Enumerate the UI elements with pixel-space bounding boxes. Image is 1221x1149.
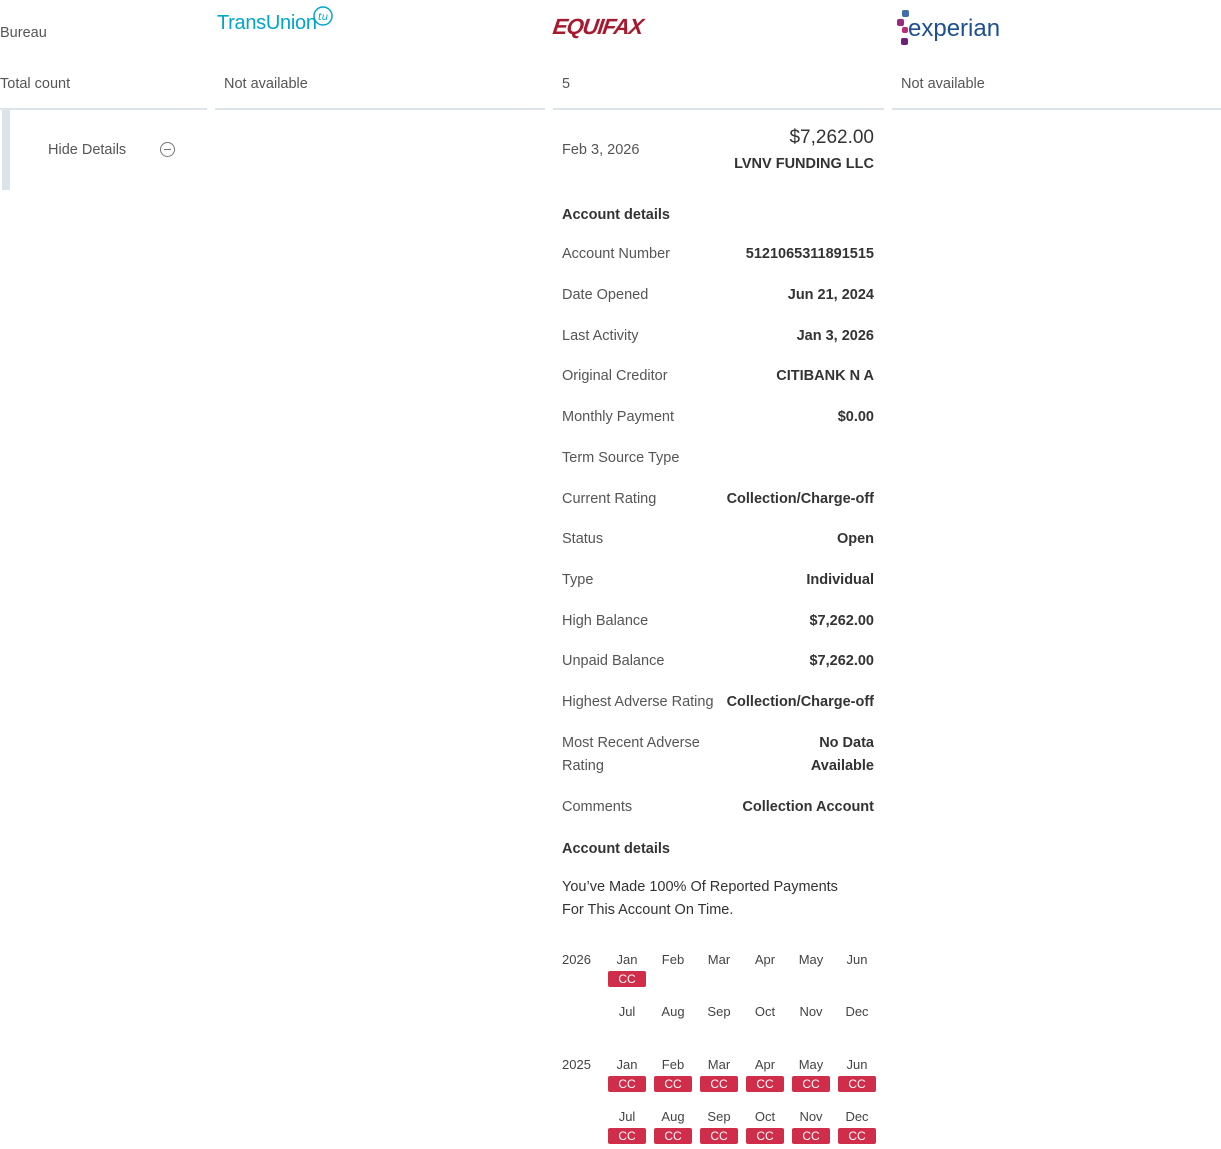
- history-status-badge-2025-dec: CC: [838, 1128, 876, 1144]
- history-month-2026-jan: Jan: [616, 952, 638, 967]
- history-month-2026-apr: Apr: [754, 952, 776, 967]
- history-year-2026: 2026: [562, 952, 591, 967]
- history-month-2026-oct: Oct: [754, 1004, 776, 1019]
- transunion-logo-text: TransUnion: [217, 12, 317, 34]
- history-status-badge-2025-mar: CC: [700, 1076, 738, 1092]
- payment-history-message-line1: You’ve Made 100% Of Reported Payments: [562, 879, 838, 895]
- history-month-2025-feb: Feb: [661, 1057, 685, 1072]
- history-month-2025-jul: Jul: [618, 1109, 636, 1124]
- history-status-badge-2026-jan: CC: [608, 971, 646, 987]
- hide-details-button[interactable]: Hide Details: [48, 142, 126, 158]
- history-month-2025-may: May: [798, 1057, 824, 1072]
- transunion-badge-text: tu: [318, 12, 328, 23]
- history-month-2026-dec: Dec: [845, 1004, 869, 1019]
- transunion-logo: TransUnion tu: [217, 6, 333, 46]
- history-month-2025-dec: Dec: [845, 1109, 869, 1124]
- history-status-badge-2025-jan: CC: [608, 1076, 646, 1092]
- history-month-2026-jul: Jul: [618, 1004, 636, 1019]
- history-status-badge-2025-jul: CC: [608, 1128, 646, 1144]
- history-month-2025-nov: Nov: [799, 1109, 823, 1124]
- experian-logo-text: experian: [908, 15, 1001, 42]
- history-month-2025-aug: Aug: [661, 1109, 685, 1124]
- bureau-row-label: Bureau: [0, 25, 47, 41]
- detail-row-most-recent-adverse-rating: Most Recent Adverse Rating No Data Avail…: [562, 735, 874, 774]
- history-month-2026-feb: Feb: [661, 952, 685, 967]
- history-status-badge-2025-jun: CC: [838, 1076, 876, 1092]
- equifax-logo: EQUIFAX: [551, 14, 645, 39]
- history-month-2026-mar: Mar: [707, 952, 731, 967]
- history-month-2025-sep: Sep: [707, 1109, 731, 1124]
- divider-equifax-column: [553, 108, 884, 110]
- divider-label-column: [0, 108, 207, 110]
- payment-history-message-line2: For This Account On Time.: [562, 902, 734, 918]
- experian-total-count: Not available: [901, 76, 985, 92]
- history-status-badge-2025-sep: CC: [700, 1128, 738, 1144]
- payment-history-title: Account details: [562, 841, 670, 857]
- account-creditor: LVNV FUNDING LLC: [734, 156, 874, 172]
- history-year-2025: 2025: [562, 1057, 591, 1072]
- history-month-2026-may: May: [798, 952, 824, 967]
- history-month-2026-aug: Aug: [661, 1004, 685, 1019]
- history-status-badge-2025-may: CC: [792, 1076, 830, 1092]
- details-side-bar: [2, 110, 10, 190]
- total-count-row-label: Total count: [0, 76, 71, 92]
- history-month-2025-jun: Jun: [846, 1057, 868, 1072]
- divider-experian-column: [892, 108, 1221, 110]
- history-month-2025-apr: Apr: [754, 1057, 776, 1072]
- minus-circle-icon[interactable]: [160, 142, 175, 157]
- history-month-2026-nov: Nov: [799, 1004, 823, 1019]
- history-month-2025-mar: Mar: [707, 1057, 731, 1072]
- transunion-total-count: Not available: [224, 76, 308, 92]
- history-status-badge-2025-feb: CC: [654, 1076, 692, 1092]
- history-month-2025-jan: Jan: [616, 1057, 638, 1072]
- equifax-total-count: 5: [562, 76, 571, 92]
- history-status-badge-2025-oct: CC: [746, 1128, 784, 1144]
- history-status-badge-2025-apr: CC: [746, 1076, 784, 1092]
- history-status-badge-2025-aug: CC: [654, 1128, 692, 1144]
- history-month-2026-jun: Jun: [846, 952, 868, 967]
- transunion-badge-icon: tu: [313, 6, 333, 26]
- history-status-badge-2025-nov: CC: [792, 1128, 830, 1144]
- history-month-2026-sep: Sep: [707, 1004, 731, 1019]
- divider-transunion-column: [215, 108, 545, 110]
- account-amount: $7,262.00: [789, 127, 874, 148]
- account-details-title: Account details: [562, 207, 670, 223]
- history-month-2025-oct: Oct: [754, 1109, 776, 1124]
